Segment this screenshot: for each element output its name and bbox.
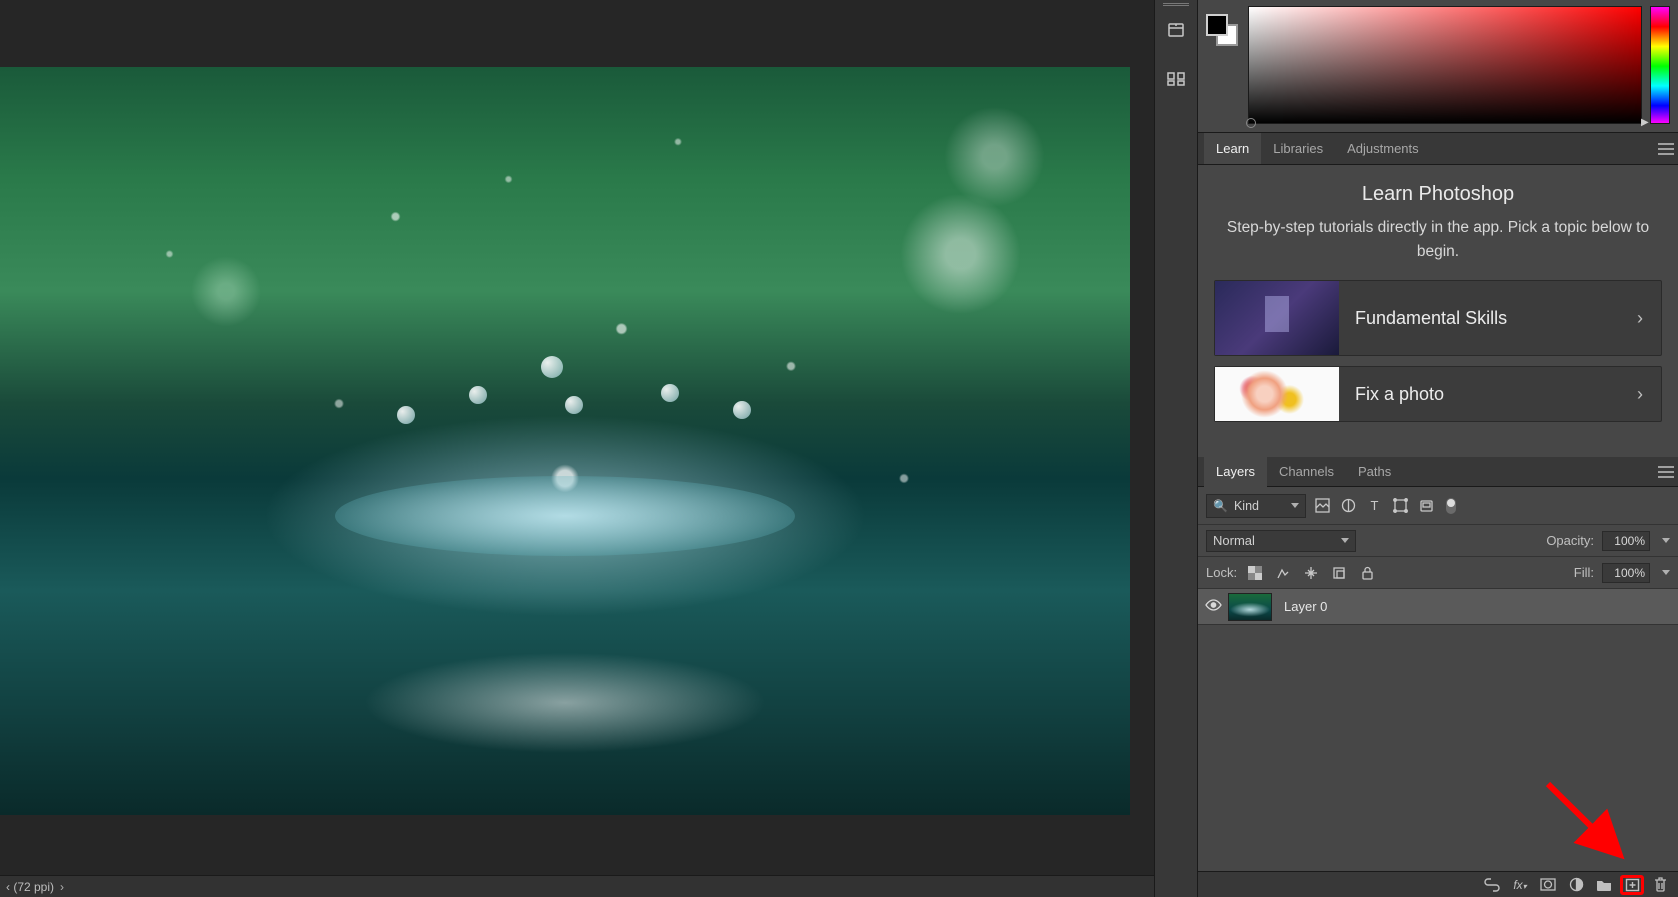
right-panels: Learn Libraries Adjustments Learn Photos… bbox=[1198, 0, 1678, 897]
tab-libraries[interactable]: Libraries bbox=[1261, 133, 1335, 164]
lock-artboard-icon[interactable] bbox=[1329, 563, 1349, 583]
tab-channels[interactable]: Channels bbox=[1267, 456, 1346, 487]
topic-label: Fix a photo bbox=[1339, 384, 1619, 405]
hue-strip[interactable] bbox=[1650, 6, 1670, 124]
layer-item[interactable]: Layer 0 bbox=[1198, 589, 1678, 625]
learn-panel: Learn Photoshop Step-by-step tutorials d… bbox=[1198, 165, 1678, 457]
zoom-info: ‹ (72 ppi) bbox=[6, 880, 54, 894]
filter-pixel-icon[interactable] bbox=[1312, 496, 1332, 516]
panel-menu-icon[interactable] bbox=[1658, 143, 1674, 155]
canvas-viewport[interactable] bbox=[0, 0, 1154, 875]
tab-paths[interactable]: Paths bbox=[1346, 456, 1403, 487]
foreground-color-swatch[interactable] bbox=[1206, 14, 1228, 36]
layer-style-fx-icon[interactable]: fx▾ bbox=[1508, 875, 1532, 895]
blend-mode-select[interactable]: Normal bbox=[1206, 530, 1356, 552]
delete-layer-icon[interactable] bbox=[1648, 875, 1672, 895]
tab-adjustments[interactable]: Adjustments bbox=[1335, 133, 1431, 164]
learn-description: Step-by-step tutorials directly in the a… bbox=[1214, 216, 1662, 264]
lock-position-icon[interactable] bbox=[1301, 563, 1321, 583]
layer-list: Layer 0 bbox=[1198, 589, 1678, 871]
fill-field[interactable]: 100% bbox=[1602, 563, 1650, 583]
lock-row: Lock: Fill: 100% bbox=[1198, 557, 1678, 589]
topic-fundamental-skills[interactable]: Fundamental Skills › bbox=[1214, 280, 1662, 356]
status-chevron-right-icon[interactable]: › bbox=[60, 880, 64, 894]
filter-kind-select[interactable]: 🔍 Kind bbox=[1206, 494, 1306, 518]
blend-mode-value: Normal bbox=[1213, 533, 1255, 548]
opacity-label: Opacity: bbox=[1546, 533, 1594, 548]
learn-title: Learn Photoshop bbox=[1214, 183, 1662, 206]
opacity-field[interactable]: 100% bbox=[1602, 531, 1650, 551]
layer-thumbnail[interactable] bbox=[1228, 593, 1272, 621]
new-layer-icon[interactable] bbox=[1620, 875, 1644, 895]
chevron-right-icon: › bbox=[1619, 384, 1661, 405]
canvas-area: ‹ (72 ppi) › bbox=[0, 0, 1154, 897]
visibility-eye-icon[interactable] bbox=[1198, 598, 1228, 615]
blend-row: Normal Opacity: 100% bbox=[1198, 525, 1678, 557]
layers-panel-tabs: Layers Channels Paths bbox=[1198, 457, 1678, 487]
filter-shape-icon[interactable] bbox=[1390, 496, 1410, 516]
lock-image-icon[interactable] bbox=[1273, 563, 1293, 583]
chevron-down-icon[interactable] bbox=[1662, 570, 1670, 575]
filter-toggle[interactable] bbox=[1446, 498, 1456, 514]
new-group-icon[interactable] bbox=[1592, 875, 1616, 895]
add-mask-icon[interactable] bbox=[1536, 875, 1560, 895]
filter-kind-label: Kind bbox=[1234, 499, 1259, 513]
panel-menu-icon[interactable] bbox=[1658, 466, 1674, 478]
color-panel bbox=[1198, 0, 1678, 133]
color-swatches[interactable] bbox=[1206, 14, 1240, 124]
fill-label: Fill: bbox=[1574, 565, 1594, 580]
chevron-down-icon bbox=[1291, 503, 1299, 508]
document-image[interactable] bbox=[0, 67, 1130, 815]
status-bar: ‹ (72 ppi) › bbox=[0, 875, 1154, 897]
topic-fix-a-photo[interactable]: Fix a photo › bbox=[1214, 366, 1662, 422]
layers-bottom-bar: fx▾ bbox=[1198, 871, 1678, 897]
svg-text:T: T bbox=[1370, 498, 1378, 513]
layer-name[interactable]: Layer 0 bbox=[1282, 599, 1327, 614]
tab-layers[interactable]: Layers bbox=[1204, 456, 1267, 487]
history-panel-icon[interactable] bbox=[1162, 16, 1190, 44]
learn-panel-tabs: Learn Libraries Adjustments bbox=[1198, 133, 1678, 165]
filter-smart-icon[interactable] bbox=[1416, 496, 1436, 516]
new-adjustment-layer-icon[interactable] bbox=[1564, 875, 1588, 895]
tab-learn[interactable]: Learn bbox=[1204, 133, 1261, 164]
topic-thumbnail bbox=[1215, 281, 1339, 355]
link-layers-icon[interactable] bbox=[1480, 875, 1504, 895]
filter-adjustment-icon[interactable] bbox=[1338, 496, 1358, 516]
chevron-down-icon bbox=[1341, 538, 1349, 543]
topic-label: Fundamental Skills bbox=[1339, 308, 1619, 329]
topic-thumbnail bbox=[1215, 367, 1339, 421]
lock-transparency-icon[interactable] bbox=[1245, 563, 1265, 583]
layer-filter-row: 🔍 Kind T bbox=[1198, 487, 1678, 525]
chevron-down-icon[interactable] bbox=[1662, 538, 1670, 543]
properties-panel-icon[interactable] bbox=[1162, 64, 1190, 92]
lock-label: Lock: bbox=[1206, 565, 1237, 580]
search-icon: 🔍 bbox=[1213, 499, 1228, 513]
collapsed-dock bbox=[1154, 0, 1198, 897]
chevron-right-icon: › bbox=[1619, 308, 1661, 329]
lock-all-icon[interactable] bbox=[1357, 563, 1377, 583]
filter-type-icon[interactable]: T bbox=[1364, 496, 1384, 516]
color-field[interactable] bbox=[1248, 6, 1642, 124]
